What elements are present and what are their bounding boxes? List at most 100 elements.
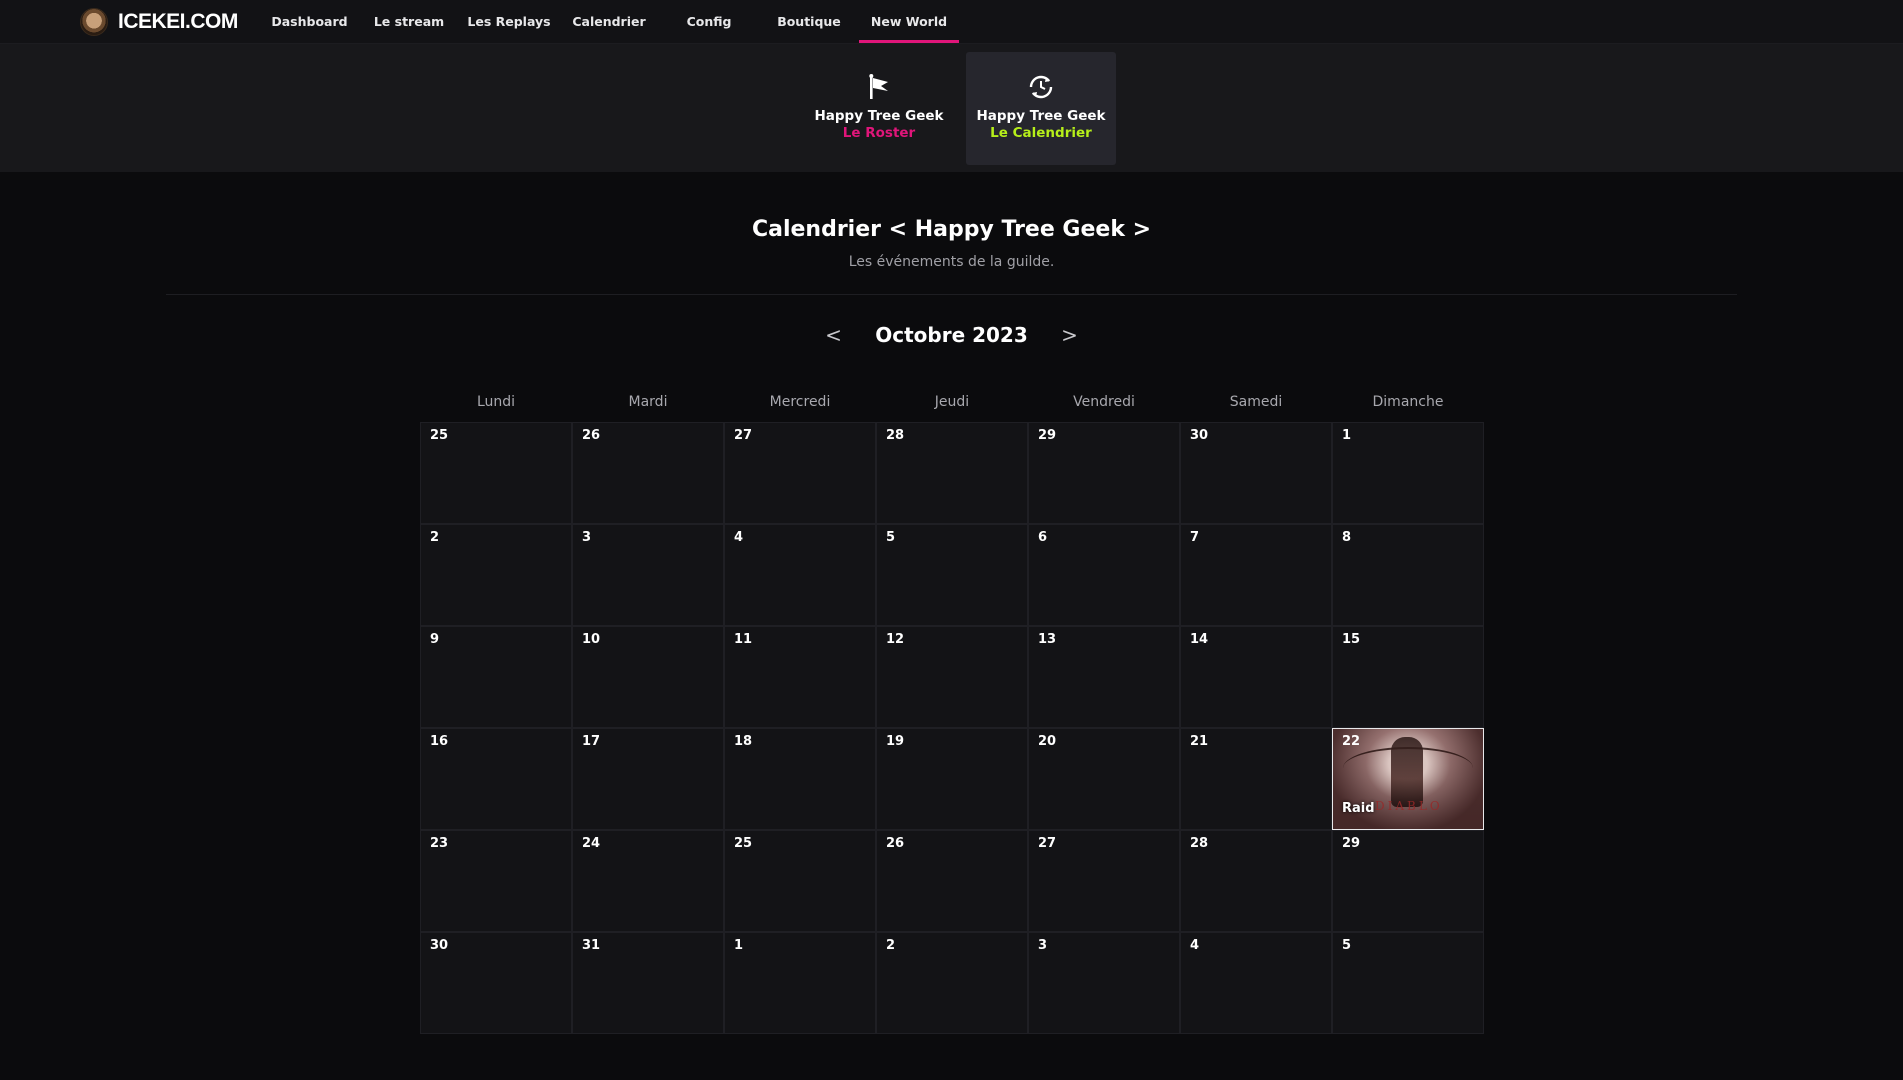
day-number: 20 (1038, 734, 1057, 749)
calendar-day[interactable]: 4 (1180, 932, 1332, 1034)
calendar-day[interactable]: 31 (572, 932, 724, 1034)
day-number: 2 (430, 530, 440, 545)
day-number: 5 (886, 530, 896, 545)
calendar-day[interactable]: 23 (420, 830, 572, 932)
calendar-day[interactable]: 27 (1028, 830, 1180, 932)
calendar-day[interactable]: 7 (1180, 524, 1332, 626)
day-number: 14 (1190, 632, 1209, 647)
calendar-day[interactable]: 2 (420, 524, 572, 626)
day-number: 29 (1038, 428, 1057, 443)
calendar-grid: 25 26 27 28 29 30 1 2 3 4 5 6 7 8 9 10 1… (420, 422, 1484, 1034)
calendar-day[interactable]: 6 (1028, 524, 1180, 626)
calendar-day[interactable]: 29 (1332, 830, 1484, 932)
calendar-day[interactable]: 18 (724, 728, 876, 830)
day-number: 27 (734, 428, 753, 443)
day-number: 19 (886, 734, 905, 749)
calendar-day[interactable]: 9 (420, 626, 572, 728)
page-title: Calendrier < Happy Tree Geek > (751, 217, 1152, 242)
day-number: 23 (430, 836, 449, 851)
calendar-day[interactable]: 21 (1180, 728, 1332, 830)
nav-item-new-world[interactable]: New World (859, 0, 959, 43)
next-month-button[interactable]: > (1058, 323, 1082, 347)
calendar-day[interactable]: 25 (420, 422, 572, 524)
tab-roster-subtitle: Le Roster (842, 125, 916, 141)
avatar-icon (80, 8, 108, 36)
day-number: 15 (1342, 632, 1361, 647)
nav-item-dashboard[interactable]: Dashboard (260, 0, 359, 43)
calendar-day[interactable]: 3 (572, 524, 724, 626)
calendar-day-event[interactable]: DIABLO 22 Raid (1332, 728, 1484, 830)
clock-refresh-icon (1029, 75, 1053, 99)
prev-month-button[interactable]: < (822, 323, 846, 347)
day-number: 8 (1342, 530, 1352, 545)
nav-item-calendrier[interactable]: Calendrier (559, 0, 659, 43)
calendar-day[interactable]: 28 (876, 422, 1028, 524)
day-number: 4 (1190, 938, 1200, 953)
calendar-day[interactable]: 14 (1180, 626, 1332, 728)
calendar-day[interactable]: 13 (1028, 626, 1180, 728)
calendar-day[interactable]: 10 (572, 626, 724, 728)
flag-icon (869, 74, 888, 99)
calendar-day[interactable]: 24 (572, 830, 724, 932)
section-divider (166, 294, 1737, 295)
calendar-day[interactable]: 5 (876, 524, 1028, 626)
day-number: 2 (886, 938, 896, 953)
calendar-day[interactable]: 12 (876, 626, 1028, 728)
day-number: 1 (1342, 428, 1352, 443)
page-header: Calendrier < Happy Tree Geek > Les événe… (0, 217, 1903, 270)
calendar-day[interactable]: 28 (1180, 830, 1332, 932)
calendar-day[interactable]: 1 (724, 932, 876, 1034)
event-image-figure (1391, 737, 1423, 807)
day-number: 26 (582, 428, 601, 443)
event-label[interactable]: Raid (1342, 801, 1375, 816)
day-number: 30 (430, 938, 449, 953)
day-number: 26 (886, 836, 905, 851)
calendar-day[interactable]: 3 (1028, 932, 1180, 1034)
day-number: 5 (1342, 938, 1352, 953)
brand-logo[interactable]: ICEKEI.COM (80, 8, 238, 36)
nav-item-config[interactable]: Config (659, 0, 759, 43)
calendar-day[interactable]: 27 (724, 422, 876, 524)
weekday-label: Mercredi (769, 394, 831, 410)
day-number: 4 (734, 530, 744, 545)
calendar-day[interactable]: 8 (1332, 524, 1484, 626)
calendar-day[interactable]: 26 (876, 830, 1028, 932)
calendar-day[interactable]: 15 (1332, 626, 1484, 728)
nav-item-le-stream[interactable]: Le stream (359, 0, 459, 43)
weekday-header: Lundi Mardi Mercredi Jeudi Vendredi Same… (420, 382, 1483, 422)
brand-name: ICEKEI.COM (118, 10, 238, 33)
day-number: 3 (582, 530, 592, 545)
calendar-day[interactable]: 30 (420, 932, 572, 1034)
tab-calendrier[interactable]: Happy Tree Geek Le Calendrier (966, 52, 1116, 165)
nav-item-les-replays[interactable]: Les Replays (459, 0, 559, 43)
calendar-day[interactable]: 20 (1028, 728, 1180, 830)
tab-roster[interactable]: Happy Tree Geek Le Roster (804, 52, 954, 165)
calendar-day[interactable]: 17 (572, 728, 724, 830)
calendar-day[interactable]: 16 (420, 728, 572, 830)
day-number: 16 (430, 734, 449, 749)
calendar-day[interactable]: 5 (1332, 932, 1484, 1034)
main-nav: Dashboard Le stream Les Replays Calendri… (260, 0, 959, 43)
day-number: 29 (1342, 836, 1361, 851)
calendar-day[interactable]: 4 (724, 524, 876, 626)
top-navbar: ICEKEI.COM Dashboard Le stream Les Repla… (0, 0, 1903, 44)
day-number: 11 (734, 632, 753, 647)
day-number: 24 (582, 836, 601, 851)
nav-item-boutique[interactable]: Boutique (759, 0, 859, 43)
calendar-day[interactable]: 19 (876, 728, 1028, 830)
calendar-day[interactable]: 25 (724, 830, 876, 932)
day-number: 3 (1038, 938, 1048, 953)
calendar-day[interactable]: 29 (1028, 422, 1180, 524)
calendar: Lundi Mardi Mercredi Jeudi Vendredi Same… (420, 382, 1484, 1034)
calendar-day[interactable]: 2 (876, 932, 1028, 1034)
calendar-day[interactable]: 11 (724, 626, 876, 728)
calendar-day[interactable]: 30 (1180, 422, 1332, 524)
day-number: 25 (734, 836, 753, 851)
month-navigation: < Octobre 2023 > (822, 323, 1082, 347)
weekday-label: Samedi (1229, 394, 1283, 410)
month-label: Octobre 2023 (875, 323, 1028, 347)
calendar-day[interactable]: 26 (572, 422, 724, 524)
calendar-day[interactable]: 1 (1332, 422, 1484, 524)
day-number: 22 (1342, 734, 1361, 749)
tab-calendrier-title: Happy Tree Geek (976, 108, 1106, 124)
